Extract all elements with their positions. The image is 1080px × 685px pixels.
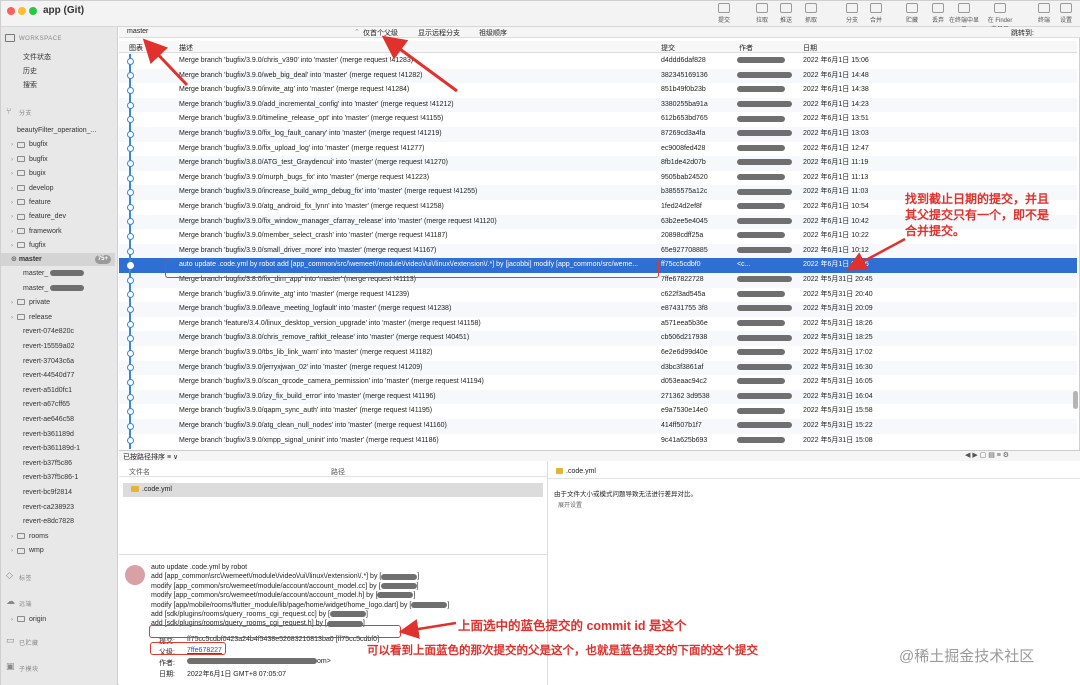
annotation-arrows [142,35,906,639]
app-window: app (Git) 提交拉取推送抓取分支合并贮藏丢弃在终端中显示在 Finder… [0,0,1080,685]
arrow-to-parent-mode [381,35,458,93]
arrow-to-selected-row [846,237,906,271]
arrow-to-commit-id [398,619,457,639]
arrow-to-graph-header [142,38,189,87]
